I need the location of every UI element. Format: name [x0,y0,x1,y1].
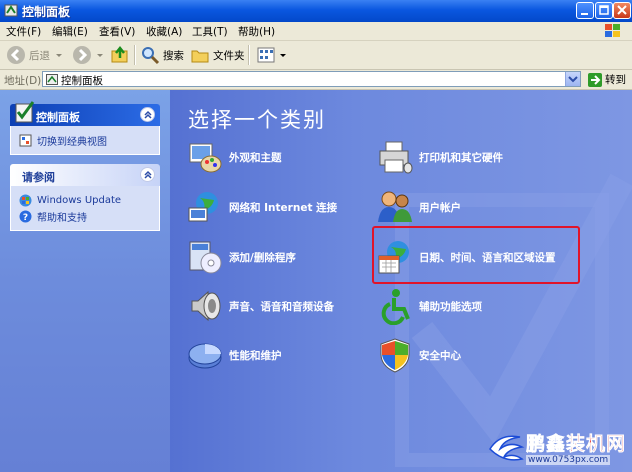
control-panel-app-icon [4,4,18,17]
highlight-box [372,226,580,284]
windows-logo-icon [605,24,620,37]
address-dropdown-button[interactable] [565,72,580,86]
control-panel-panel: 控制面板 切换到经典视图 [10,101,160,155]
views-button[interactable] [256,44,288,66]
appearance-icon [189,143,222,173]
control-panel-panel-body: 切换到经典视图 [10,126,160,155]
sound-icon [191,290,221,322]
menu-bar: 文件(F) 编辑(E) 查看(V) 收藏(A) 工具(T) 帮助(H) [0,22,632,41]
switch-to-classic-view-link[interactable]: 切换到经典视图 [19,132,151,148]
page-title: 选择一个类别 [188,108,326,132]
search-icon [142,47,160,65]
minimize-button[interactable] [576,2,594,19]
views-grid-icon [257,47,275,63]
back-arrow-icon [7,46,25,64]
category-performance[interactable]: 性能和维护 [186,336,282,374]
menu-tools[interactable]: 工具(T) [192,24,228,39]
menu-favorites[interactable]: 收藏(A) [146,24,182,39]
address-bar: 地址(D) 控制面板 转到 [0,70,632,90]
category-security-center[interactable]: 安全中心 [376,336,461,374]
menu-help[interactable]: 帮助(H) [238,24,275,39]
address-label: 地址(D) [4,75,42,87]
see-also-body: Windows Update ? 帮助和支持 [10,186,160,231]
control-panel-checklist-icon [15,101,35,123]
back-button[interactable]: 后退 [6,44,64,66]
task-pane: 控制面板 切换到经典视图 请参阅 Windows Update ? 帮助和支持 [0,90,170,472]
menu-edit[interactable]: 编辑(E) [52,24,88,39]
site-watermark: 鹏鑫装机网 www.0753px.com [486,427,632,472]
go-arrow-icon [588,72,602,87]
category-add-remove-programs[interactable]: 添加/删除程序 [186,238,296,276]
chevron-down-icon [568,76,578,83]
folders-icon [191,50,209,63]
printer-icon [379,141,413,174]
up-folder-icon [111,45,128,63]
windows-update-icon [19,194,32,206]
close-button[interactable] [613,2,631,19]
chevron-down-icon [56,54,62,57]
accessibility-icon [381,289,410,325]
address-input[interactable]: 控制面板 [42,71,581,87]
forward-button[interactable] [72,44,105,66]
help-and-support-link[interactable]: ? 帮助和支持 [19,208,151,224]
go-button[interactable]: 转到 [588,72,626,87]
close-icon [617,5,627,15]
performance-icon [188,343,222,369]
category-user-accounts[interactable]: 用户帐户 [376,188,461,226]
folders-button[interactable]: 文件夹 [190,44,245,66]
category-network[interactable]: 网络和 Internet 连接 [186,188,337,226]
maximize-icon [599,5,609,15]
svg-text:?: ? [23,213,28,223]
search-button[interactable]: 搜索 [140,44,184,66]
collapse-button[interactable] [140,167,155,182]
category-appearance[interactable]: 外观和主题 [186,138,282,176]
network-icon [188,192,218,222]
add-remove-icon [189,241,222,274]
site-url: www.0753px.com [526,455,611,465]
help-icon: ? [19,210,32,223]
collapse-button[interactable] [140,107,155,122]
minimize-icon [581,13,588,15]
control-panel-small-icon [46,74,58,85]
menu-file[interactable]: 文件(F) [6,24,41,39]
control-panel-panel-header[interactable]: 控制面板 [10,101,160,126]
see-also-panel: 请参阅 Windows Update ? 帮助和支持 [10,164,160,231]
go-label: 转到 [605,74,626,86]
double-chevron-up-icon [144,170,152,179]
toolbar-separator [248,45,250,65]
maximize-button[interactable] [595,2,613,19]
toolbar: 后退 搜索 文件夹 [0,41,632,70]
chevron-down-icon [97,54,103,57]
up-folder-button[interactable] [110,44,130,66]
title-bar: 控制面板 [0,0,632,22]
users-icon [378,191,412,222]
category-printers-hardware[interactable]: 打印机和其它硬件 [376,138,503,176]
category-accessibility[interactable]: 辅助功能选项 [376,287,482,325]
security-shield-icon [380,338,410,373]
toolbar-separator [134,45,136,65]
see-also-header[interactable]: 请参阅 [10,164,160,186]
windows-update-link[interactable]: Windows Update [19,192,151,208]
classic-view-icon [19,134,32,146]
category-sound[interactable]: 声音、语音和音频设备 [186,287,334,325]
site-brand: 鹏鑫装机网 [526,433,627,456]
double-chevron-up-icon [144,110,152,119]
swirl-logo-icon [489,435,525,461]
menu-view[interactable]: 查看(V) [99,24,135,39]
chevron-down-icon [280,54,286,57]
address-value: 控制面板 [61,75,103,87]
forward-arrow-icon [73,46,91,64]
window-title: 控制面板 [22,5,71,19]
